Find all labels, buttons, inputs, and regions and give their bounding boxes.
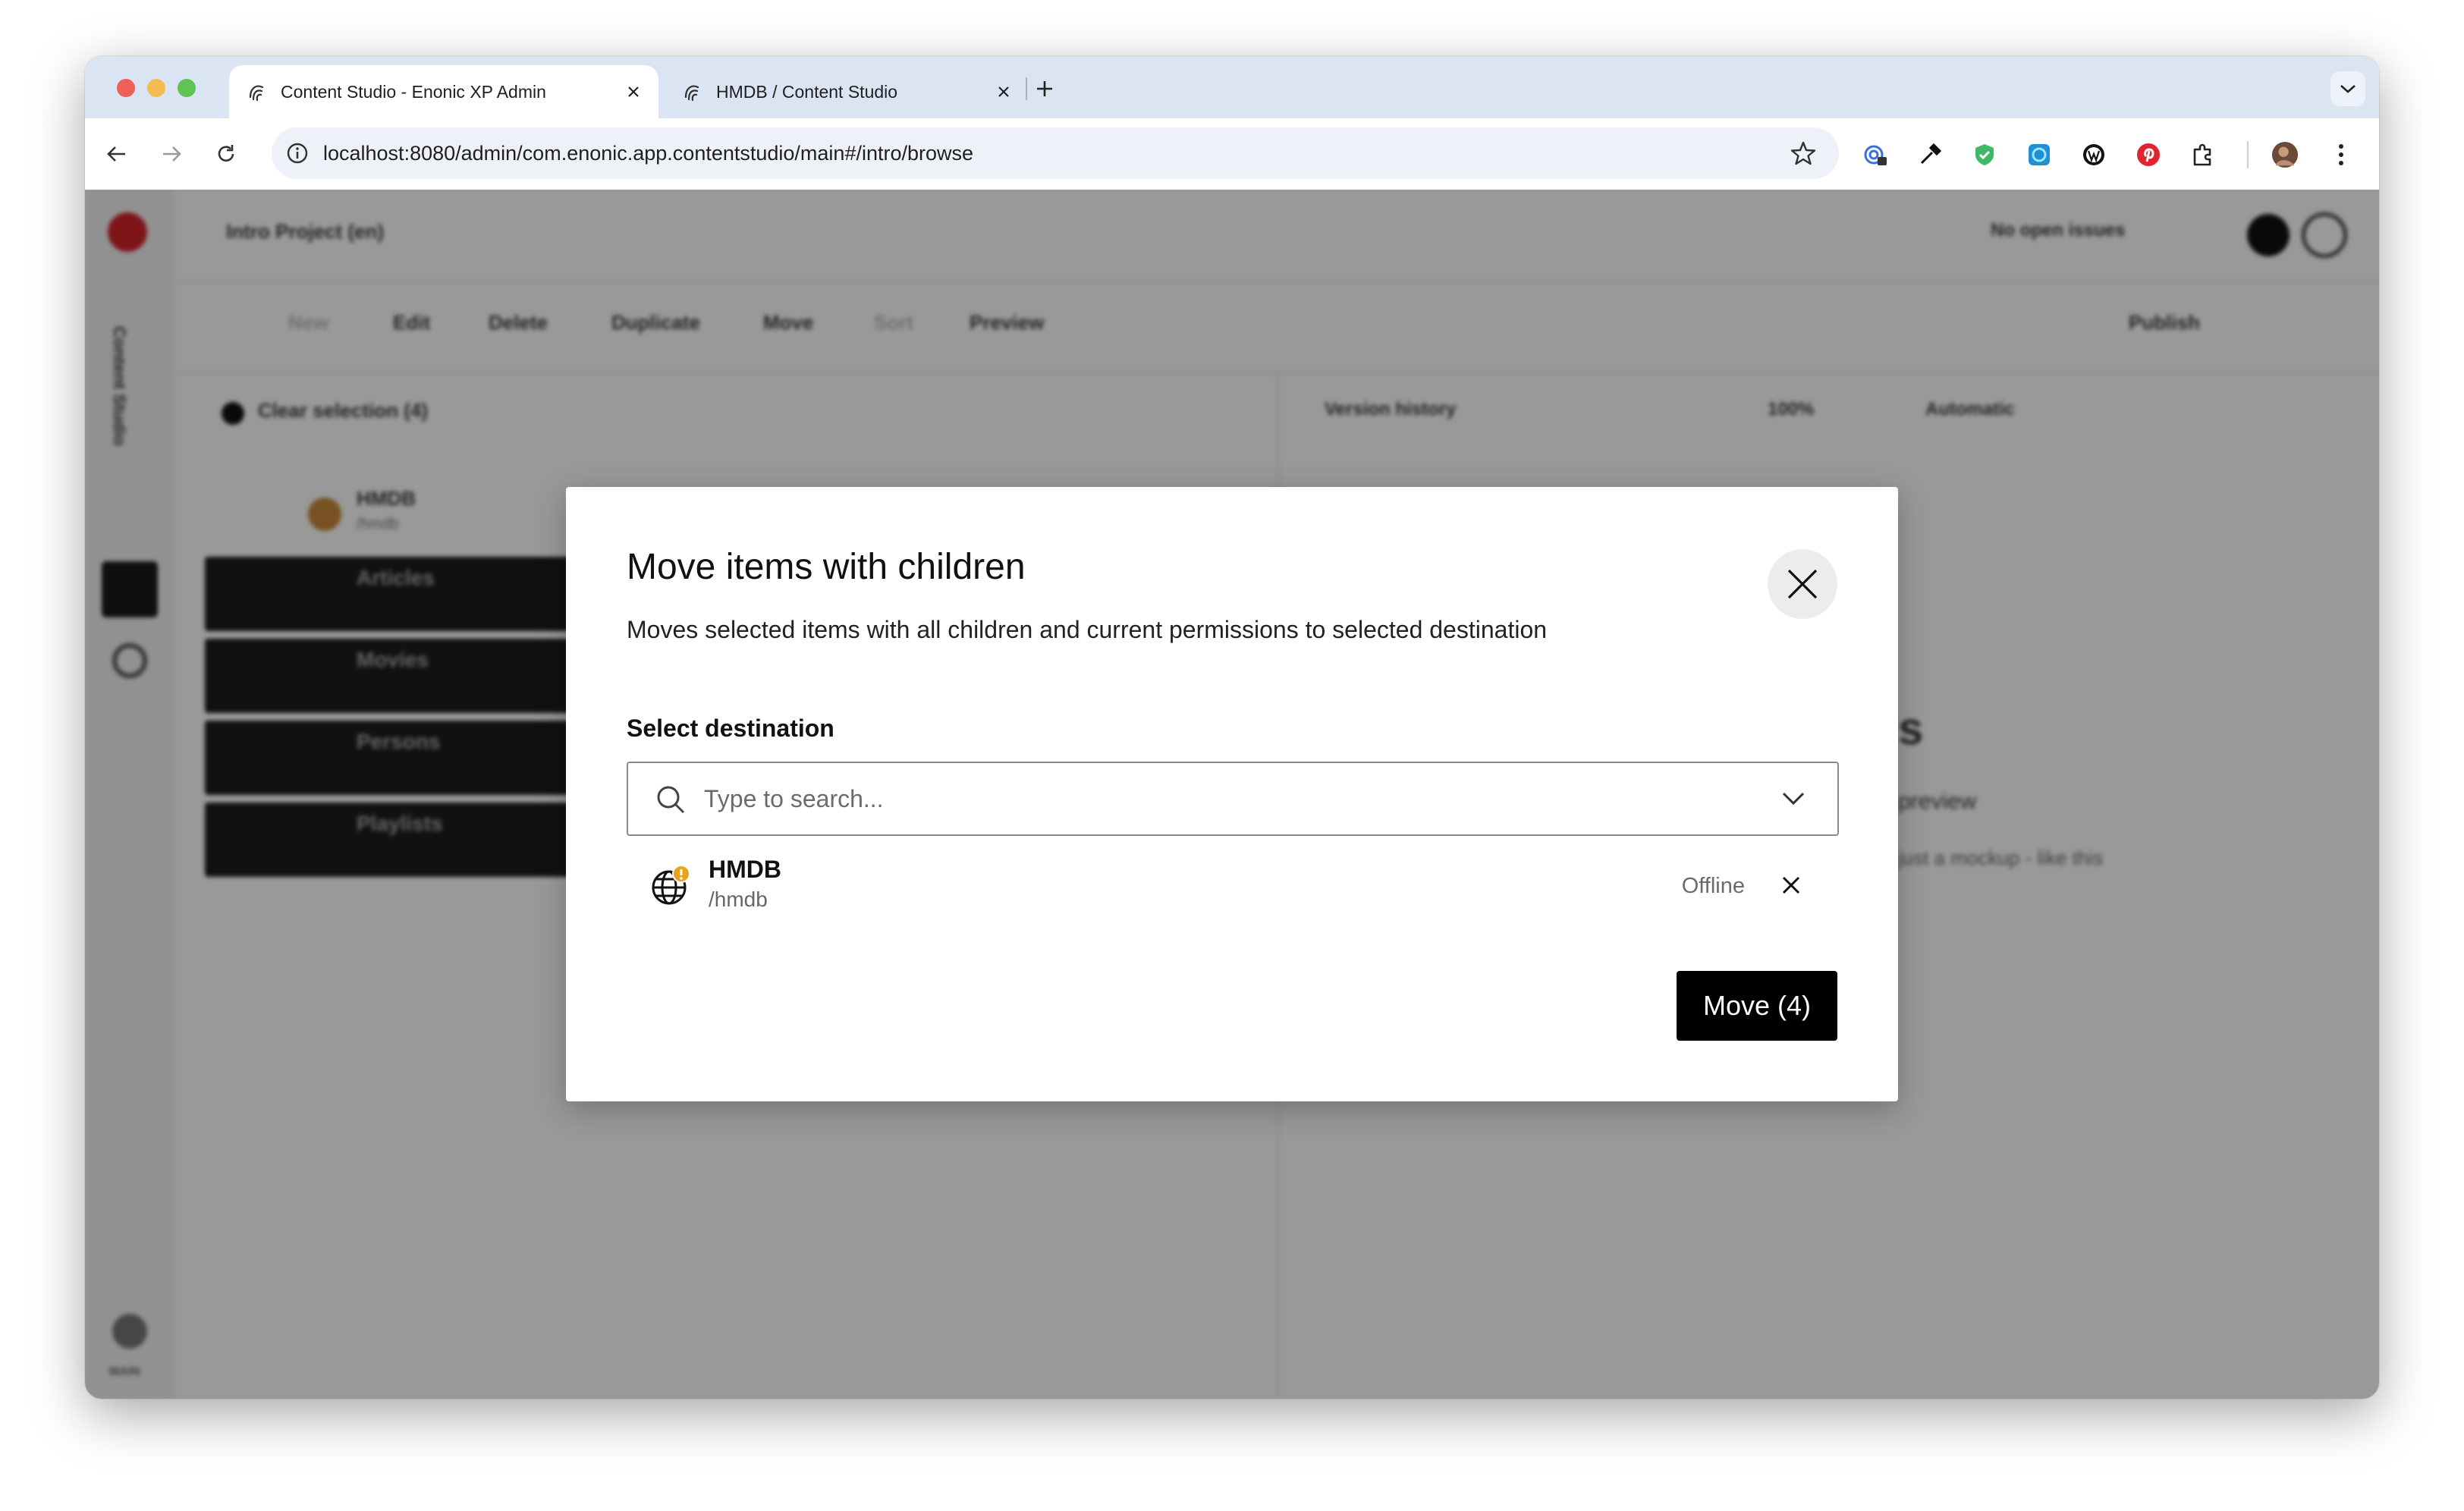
arrow-right-icon (163, 146, 181, 162)
address-bar[interactable]: localhost:8080/admin/com.enonic.app.cont… (272, 127, 1839, 179)
tab-bar: Content Studio - Enonic XP Admin HMDB / … (85, 56, 2379, 118)
search-icon (657, 786, 685, 814)
close-tab-icon[interactable] (992, 80, 1015, 103)
status-badge: Offline (1681, 874, 1745, 898)
remove-destination-button[interactable] (1778, 872, 1804, 898)
enonic-favicon-icon (249, 85, 264, 102)
enonic-favicon-icon (684, 85, 699, 102)
tab-title: Content Studio - Enonic XP Admin (281, 81, 546, 102)
pinterest-extension-icon[interactable] (2135, 141, 2162, 168)
extensions-puzzle-icon[interactable] (2189, 141, 2217, 168)
reload-button[interactable] (212, 140, 240, 168)
arrow-left-icon (107, 146, 125, 162)
destination-name: HMDB (709, 856, 781, 883)
url-text[interactable]: localhost:8080/admin/com.enonic.app.cont… (323, 142, 1790, 165)
chevron-down-icon (2340, 85, 2356, 93)
blue-extension-icon[interactable] (2026, 141, 2053, 168)
toolbar-separator (2247, 141, 2249, 168)
close-icon (1787, 569, 1818, 599)
tab-separator (1026, 77, 1027, 100)
back-button[interactable] (103, 140, 130, 168)
browser-toolbar: localhost:8080/admin/com.enonic.app.cont… (85, 118, 2379, 190)
tab-title: HMDB / Content Studio (716, 81, 898, 102)
password-extension-icon[interactable] (1862, 141, 1889, 168)
reload-icon (218, 145, 234, 162)
wordpress-extension-icon[interactable] (2080, 141, 2107, 168)
selected-destination: HMDB /hmdb Offline (649, 851, 1818, 918)
browser-menu-button[interactable] (2327, 141, 2355, 168)
minimize-window-button[interactable] (147, 79, 165, 97)
dialog-subtitle: Moves selected items with all children a… (627, 616, 1548, 643)
tab-search-button[interactable] (2330, 71, 2365, 106)
close-tab-icon[interactable] (622, 80, 645, 103)
move-dialog: Move items with children Moves selected … (566, 487, 1898, 1101)
destination-label: Select destination (627, 715, 834, 742)
close-window-button[interactable] (117, 79, 135, 97)
globe-warning-icon (652, 865, 690, 905)
move-button[interactable]: Move (4) (1677, 971, 1837, 1041)
site-info-icon[interactable] (285, 141, 310, 165)
close-icon (1782, 876, 1800, 894)
bookmark-star-icon[interactable] (1790, 140, 1816, 166)
destination-search[interactable] (627, 762, 1839, 836)
search-input[interactable] (702, 778, 1768, 819)
shield-extension-icon[interactable] (1971, 141, 1998, 168)
color-picker-extension-icon[interactable] (1916, 141, 1944, 168)
chevron-down-icon[interactable] (1781, 789, 1806, 809)
dialog-title: Move items with children (627, 547, 1026, 587)
tab-hmdb[interactable]: HMDB / Content Studio (665, 65, 1029, 118)
tab-content-studio[interactable]: Content Studio - Enonic XP Admin (229, 65, 658, 118)
maximize-window-button[interactable] (178, 79, 196, 97)
destination-path: /hmdb (709, 887, 768, 911)
profile-avatar[interactable] (2271, 141, 2299, 168)
forward-button[interactable] (158, 140, 185, 168)
new-tab-icon[interactable] (1033, 77, 1056, 100)
dialog-close-button[interactable] (1768, 549, 1837, 619)
